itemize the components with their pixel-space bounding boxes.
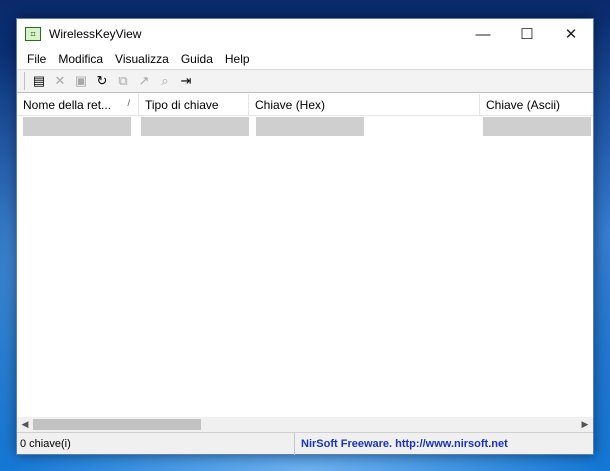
toolbar: ▤ ✕ ▣ ↻ ⧉ ↗ ⌕ ⇥ [17,69,593,93]
status-bar: 0 chiave(i) NirSoft Freeware. http://www… [17,432,593,455]
column-label: Tipo di chiave [145,98,219,112]
maximize-button[interactable]: ☐ [505,19,549,49]
redacted-cell [141,116,249,136]
menu-help[interactable]: Help [219,52,256,66]
menu-guida[interactable]: Guida [175,52,219,66]
sort-ascending-icon: / [127,98,130,108]
menu-bar: File Modifica Visualizza Guida Help [17,49,593,69]
nirsoft-link[interactable]: NirSoft Freeware. http://www.nirsoft.net [295,433,508,455]
toolbar-separator [24,72,25,90]
close-button[interactable]: ✕ [549,19,593,49]
redacted-cell [256,116,364,136]
menu-file[interactable]: File [21,52,52,66]
redacted-cell [483,116,591,136]
scroll-track[interactable] [33,417,577,432]
refresh-icon[interactable]: ↻ [92,71,112,91]
list-header: Nome della ret... / Tipo di chiave Chiav… [17,94,593,116]
column-label: Nome della ret... [23,98,112,112]
key-count: 0 chiave(i) [17,432,295,455]
scroll-right-icon[interactable]: ▶ [577,417,593,432]
column-label: Chiave (Hex) [255,98,326,112]
save-icon[interactable]: ▣ [71,71,91,91]
export-icon[interactable]: ↗ [134,71,154,91]
window-title: WirelessKeyView [49,27,142,41]
menu-modifica[interactable]: Modifica [52,52,109,66]
title-bar[interactable]: ⌗ WirelessKeyView — ☐ ✕ [17,19,593,49]
column-key-hex[interactable]: Chiave (Hex) [249,94,480,116]
column-key-type[interactable]: Tipo di chiave [139,94,249,116]
minimize-button[interactable]: — [461,19,505,49]
delete-icon[interactable]: ✕ [50,71,70,91]
properties-icon[interactable]: ▤ [29,71,49,91]
wifi-key-icon: ⌗ [25,27,41,41]
table-row[interactable] [17,116,593,136]
scroll-thumb[interactable] [33,419,201,430]
column-network-name[interactable]: Nome della ret... / [17,94,139,116]
exit-icon[interactable]: ⇥ [176,71,196,91]
column-key-ascii[interactable]: Chiave (Ascii) [480,94,593,116]
find-icon[interactable]: ⌕ [155,71,175,91]
copy-icon[interactable]: ⧉ [113,71,133,91]
key-list[interactable]: Nome della ret... / Tipo di chiave Chiav… [17,94,593,417]
scroll-left-icon[interactable]: ◀ [17,417,33,432]
redacted-cell [23,116,131,136]
menu-visualizza[interactable]: Visualizza [109,52,175,66]
app-window: ⌗ WirelessKeyView — ☐ ✕ File Modifica Vi… [16,18,594,455]
horizontal-scrollbar[interactable]: ◀ ▶ [17,417,593,432]
column-label: Chiave (Ascii) [486,98,561,112]
